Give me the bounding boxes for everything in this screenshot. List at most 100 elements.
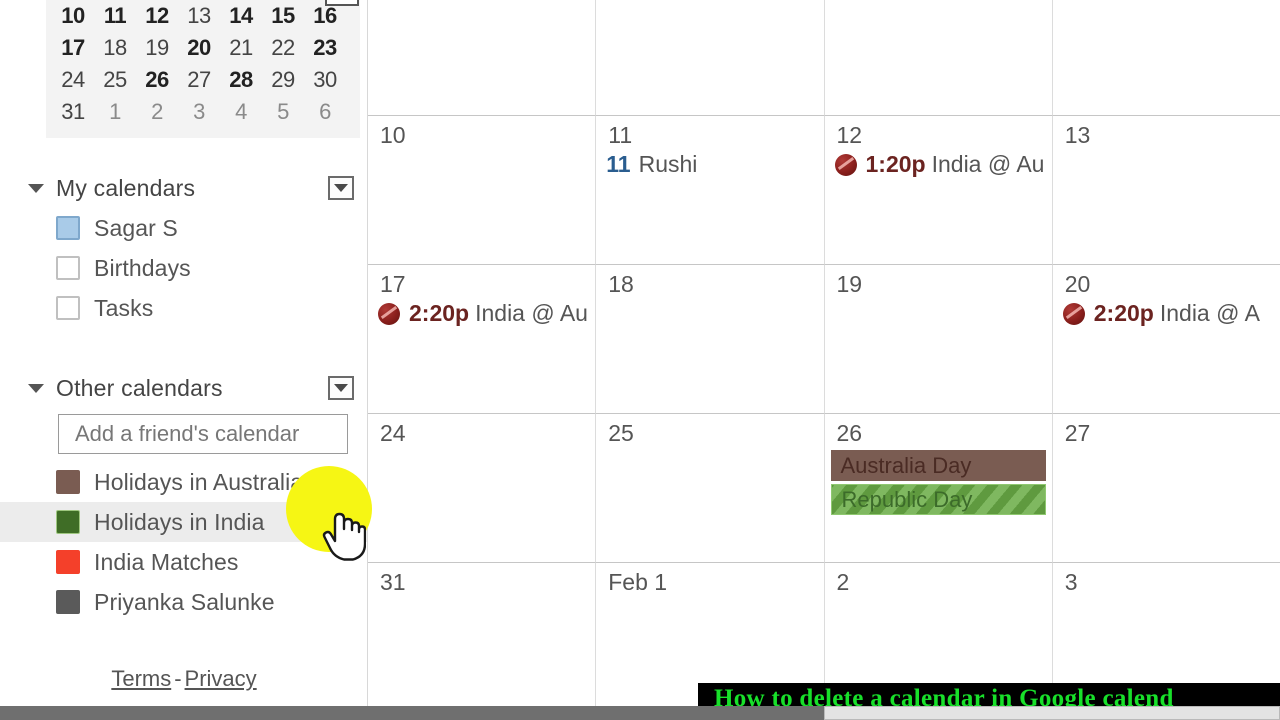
- mini-calendar-day[interactable]: 30: [304, 64, 346, 96]
- day-number[interactable]: 12: [825, 116, 1052, 149]
- day-cell[interactable]: [1052, 0, 1280, 116]
- calendar-color-checkbox[interactable]: [56, 296, 80, 320]
- mini-calendar-day[interactable]: 19: [136, 32, 178, 64]
- mini-calendar-day[interactable]: 28: [220, 64, 262, 96]
- calendar-item-birthdays[interactable]: Birthdays: [0, 248, 367, 288]
- calendar-color-checkbox[interactable]: [56, 510, 80, 534]
- chevron-down-icon: [334, 384, 348, 392]
- day-number[interactable]: 26: [825, 414, 1052, 447]
- day-number[interactable]: 3: [1053, 563, 1280, 596]
- day-cell-10[interactable]: 10: [368, 116, 597, 265]
- day-number[interactable]: 19: [825, 265, 1052, 298]
- day-cell-12[interactable]: 12 1:20p India @ Au: [824, 116, 1053, 265]
- event-india-match[interactable]: 1:20p India @ Au: [825, 149, 1052, 178]
- mini-calendar-day[interactable]: 4: [220, 96, 262, 128]
- mini-calendar-day[interactable]: 29: [262, 64, 304, 96]
- day-number[interactable]: 31: [368, 563, 595, 596]
- day-cell-20[interactable]: 20 2:20p India @ A: [1052, 265, 1280, 414]
- other-calendars-header[interactable]: Other calendars: [0, 368, 367, 408]
- mini-calendar-day[interactable]: 3: [178, 96, 220, 128]
- day-number[interactable]: 18: [596, 265, 823, 298]
- mini-calendar-day[interactable]: 12: [136, 0, 178, 32]
- mini-calendar-next-button[interactable]: [325, 0, 359, 6]
- mini-calendar-row: 24 25 26 27 28 29 30: [52, 64, 354, 96]
- day-cell[interactable]: [824, 0, 1053, 116]
- mini-calendar-day[interactable]: 18: [94, 32, 136, 64]
- collapse-triangle-icon[interactable]: [28, 183, 44, 193]
- day-number[interactable]: 13: [1053, 116, 1280, 149]
- mini-calendar-day[interactable]: 26: [136, 64, 178, 96]
- mini-calendar-day[interactable]: 23: [304, 32, 346, 64]
- privacy-link[interactable]: Privacy: [185, 666, 257, 691]
- day-number[interactable]: Feb 1: [596, 563, 823, 596]
- chevron-down-icon: [334, 518, 348, 526]
- day-cell-27[interactable]: 27: [1052, 414, 1280, 563]
- calendar-color-checkbox[interactable]: [56, 470, 80, 494]
- mini-calendar-day[interactable]: 17: [52, 32, 94, 64]
- calendar-options-menu-button[interactable]: [328, 510, 354, 534]
- day-cell-19[interactable]: 19: [824, 265, 1053, 414]
- day-cell-25[interactable]: 25: [596, 414, 825, 563]
- calendar-item-sagar-s[interactable]: Sagar S: [0, 208, 367, 248]
- day-number[interactable]: 27: [1053, 414, 1280, 447]
- mini-calendar-day[interactable]: 20: [178, 32, 220, 64]
- mini-calendar-day[interactable]: 21: [220, 32, 262, 64]
- collapse-triangle-icon[interactable]: [28, 383, 44, 393]
- calendar-item-priyanka-salunke[interactable]: Priyanka Salunke: [0, 582, 367, 622]
- calendar-item-tasks[interactable]: Tasks: [0, 288, 367, 328]
- mini-calendar-day[interactable]: 25: [94, 64, 136, 96]
- day-number[interactable]: 2: [825, 563, 1052, 596]
- mini-calendar-day[interactable]: 10: [52, 0, 94, 32]
- day-number[interactable]: 20: [1053, 265, 1280, 298]
- mini-calendar-day[interactable]: 27: [178, 64, 220, 96]
- mini-calendar-day[interactable]: 14: [220, 0, 262, 32]
- mini-calendar-day[interactable]: 5: [262, 96, 304, 128]
- mini-calendar-day[interactable]: 22: [262, 32, 304, 64]
- my-calendars-header[interactable]: My calendars: [0, 168, 367, 208]
- day-cell[interactable]: [368, 0, 597, 116]
- mini-calendar-day[interactable]: 31: [52, 96, 94, 128]
- event-india-match[interactable]: 2:20p India @ Au: [368, 298, 595, 327]
- day-cell-11[interactable]: 11 11 Rushi: [596, 116, 825, 265]
- mini-calendar-day[interactable]: 13: [178, 0, 220, 32]
- day-number[interactable]: 24: [368, 414, 595, 447]
- mini-calendar-day[interactable]: 2: [136, 96, 178, 128]
- day-cell-13[interactable]: 13: [1052, 116, 1280, 265]
- mini-calendar-day[interactable]: 1: [94, 96, 136, 128]
- mini-calendar-day[interactable]: 11: [94, 0, 136, 32]
- mini-calendar-day[interactable]: 15: [262, 0, 304, 32]
- event-australia-day[interactable]: Australia Day: [830, 450, 1046, 481]
- event-title: India @ Au: [475, 300, 588, 326]
- day-number[interactable]: 25: [596, 414, 823, 447]
- day-number[interactable]: 17: [368, 265, 595, 298]
- event-birthday-rushi[interactable]: 11 Rushi: [596, 149, 823, 178]
- calendar-color-checkbox[interactable]: [56, 216, 80, 240]
- calendar-color-checkbox[interactable]: [56, 590, 80, 614]
- calendar-item-holidays-in-australia[interactable]: Holidays in Australia: [0, 462, 367, 502]
- mini-calendar-day[interactable]: 24: [52, 64, 94, 96]
- calendar-item-india-matches[interactable]: India Matches: [0, 542, 367, 582]
- day-cell-26[interactable]: 26 Australia Day Republic Day: [824, 414, 1053, 563]
- terms-link[interactable]: Terms: [111, 666, 171, 691]
- mini-calendar-day[interactable]: 6: [304, 96, 346, 128]
- day-cell-18[interactable]: 18: [596, 265, 825, 414]
- calendar-color-checkbox[interactable]: [56, 550, 80, 574]
- add-friend-calendar-input[interactable]: Add a friend's calendar: [58, 414, 348, 454]
- day-cell-31[interactable]: 31: [368, 563, 597, 712]
- my-calendars-menu-button[interactable]: [328, 176, 354, 200]
- day-number[interactable]: 11: [596, 116, 823, 149]
- event-india-match[interactable]: 2:20p India @ A: [1053, 298, 1280, 327]
- event-republic-day[interactable]: Republic Day: [830, 484, 1046, 515]
- other-calendars-section: Other calendars Add a friend's calendar …: [0, 368, 367, 622]
- day-cell[interactable]: [596, 0, 825, 116]
- day-cell-17[interactable]: 17 2:20p India @ Au: [368, 265, 597, 414]
- other-calendars-menu-button[interactable]: [328, 376, 354, 400]
- mini-calendar[interactable]: 10 11 12 13 14 15 16 17 18 19 20 21 22 2…: [46, 0, 360, 138]
- horizontal-scrollbar[interactable]: [0, 706, 1280, 720]
- calendar-color-checkbox[interactable]: [56, 256, 80, 280]
- scrollbar-thumb[interactable]: [824, 706, 1280, 720]
- cricket-ball-icon: [834, 153, 857, 176]
- calendar-item-holidays-in-india[interactable]: Holidays in India: [0, 502, 367, 542]
- day-cell-24[interactable]: 24: [368, 414, 597, 563]
- day-number[interactable]: 10: [368, 116, 595, 149]
